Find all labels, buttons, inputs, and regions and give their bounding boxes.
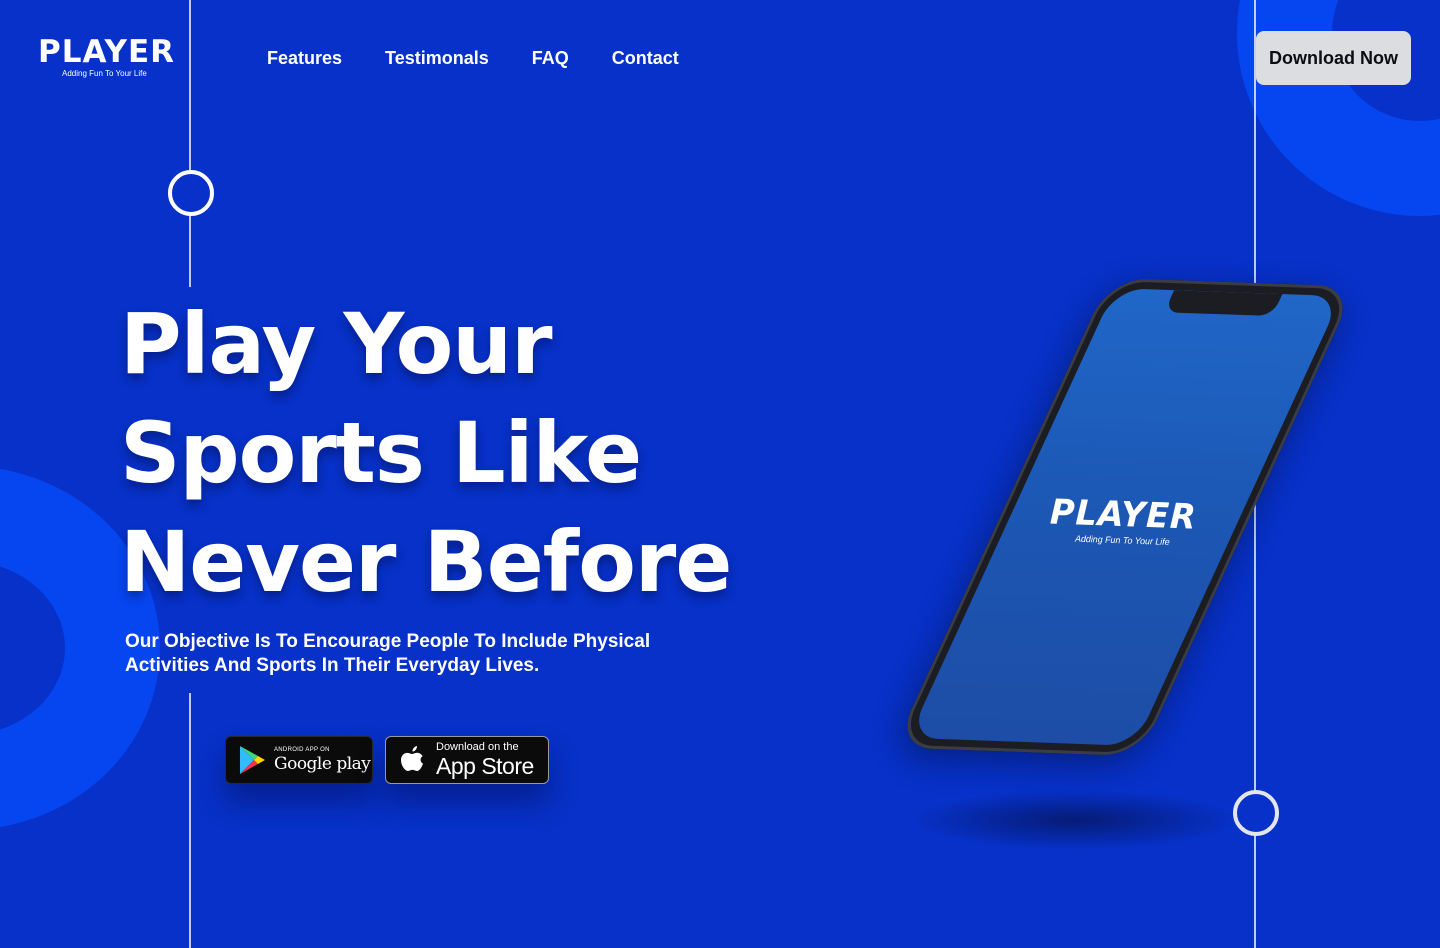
phone-app-logo: PLAYER Adding Fun To Your Life — [1009, 492, 1237, 550]
phone-logo-wordmark: PLAYER — [1049, 492, 1198, 538]
decorative-circle — [1233, 790, 1279, 836]
guide-line — [189, 215, 191, 287]
logo-wordmark: PLAYER — [38, 34, 175, 70]
headline-line: Never Before — [120, 513, 732, 611]
phone-mockup: PLAYER Adding Fun To Your Life — [894, 277, 1356, 757]
download-now-button[interactable]: Download Now — [1256, 31, 1411, 85]
guide-line — [1254, 835, 1256, 948]
headline-line: Sports Like — [120, 404, 642, 502]
nav-link-faq[interactable]: FAQ — [532, 47, 569, 69]
nav-link-contact[interactable]: Contact — [612, 47, 679, 69]
hero-subtext: Our Objective Is To Encourage People To … — [125, 631, 651, 676]
hero-headline: Play Your Sports Like Never Before — [120, 290, 760, 617]
app-store-small-label: Download on the — [436, 741, 519, 753]
google-play-badge[interactable]: ANDROID APP ON Google play — [225, 736, 373, 784]
apple-icon — [401, 746, 423, 771]
logo-tagline: Adding Fun To Your Life — [62, 69, 147, 78]
app-store-label: App Store — [436, 753, 534, 779]
guide-line — [189, 693, 191, 948]
google-play-label: Google play — [274, 754, 371, 774]
decorative-circle — [168, 170, 214, 216]
guide-line — [189, 0, 191, 170]
phone-shadow — [910, 790, 1240, 850]
app-store-badge[interactable]: Download on the App Store — [385, 736, 549, 784]
nav-link-testimonials[interactable]: Testimonals — [385, 47, 489, 69]
main-nav: Features Testimonals FAQ Contact — [267, 47, 679, 69]
google-play-small-label: ANDROID APP ON — [274, 747, 330, 753]
phone-notch — [1164, 290, 1283, 317]
google-play-text: ANDROID APP ON Google play — [274, 746, 371, 774]
google-play-icon — [240, 746, 265, 774]
headline-line: Play Your — [120, 295, 553, 393]
brand-logo[interactable]: PLAYER Adding Fun To Your Life — [38, 34, 175, 78]
phone-screen: PLAYER Adding Fun To Your Life — [908, 288, 1342, 746]
nav-link-features[interactable]: Features — [267, 47, 342, 69]
landing-page: PLAYER Adding Fun To Your Life Features … — [0, 0, 1440, 948]
app-store-text: Download on the App Store — [436, 741, 534, 779]
